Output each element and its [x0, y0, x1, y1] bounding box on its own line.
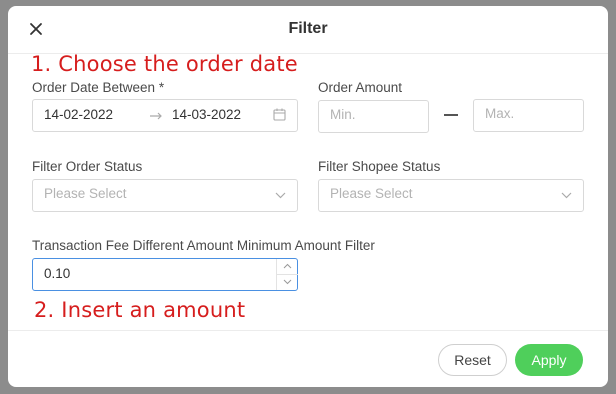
order-amount-label: Order Amount [318, 80, 403, 95]
transaction-fee-value[interactable]: 0.10 [44, 266, 70, 281]
apply-button[interactable]: Apply [515, 344, 583, 376]
shopee-status-placeholder: Please Select [330, 186, 413, 201]
annotation-step-1: 1. Choose the order date [31, 52, 298, 76]
chevron-down-icon[interactable] [283, 279, 292, 285]
chevron-down-icon [275, 192, 286, 199]
range-separator [444, 114, 458, 116]
filter-dialog: Filter 1. Choose the order date Order Da… [8, 6, 608, 387]
order-amount-max-placeholder: Max. [485, 106, 515, 121]
annotation-step-2: 2. Insert an amount [34, 298, 246, 322]
transaction-fee-input[interactable] [32, 258, 298, 291]
arrow-right-icon [149, 111, 163, 121]
order-amount-min-placeholder: Min. [330, 107, 356, 122]
chevron-up-icon[interactable] [283, 263, 292, 269]
shopee-status-label: Filter Shopee Status [318, 159, 441, 174]
order-date-end[interactable]: 14-03-2022 [172, 107, 241, 122]
order-status-placeholder: Please Select [44, 186, 127, 201]
dialog-title: Filter [288, 20, 328, 37]
reset-button[interactable]: Reset [438, 344, 507, 376]
order-date-start[interactable]: 14-02-2022 [44, 107, 113, 122]
calendar-icon[interactable] [273, 108, 286, 121]
order-date-label: Order Date Between * [32, 80, 165, 95]
transaction-fee-label: Transaction Fee Different Amount Minimum… [32, 238, 375, 253]
chevron-down-icon [561, 192, 572, 199]
number-stepper[interactable] [276, 259, 298, 290]
dialog-header: Filter [8, 6, 608, 54]
order-status-label: Filter Order Status [32, 159, 143, 174]
